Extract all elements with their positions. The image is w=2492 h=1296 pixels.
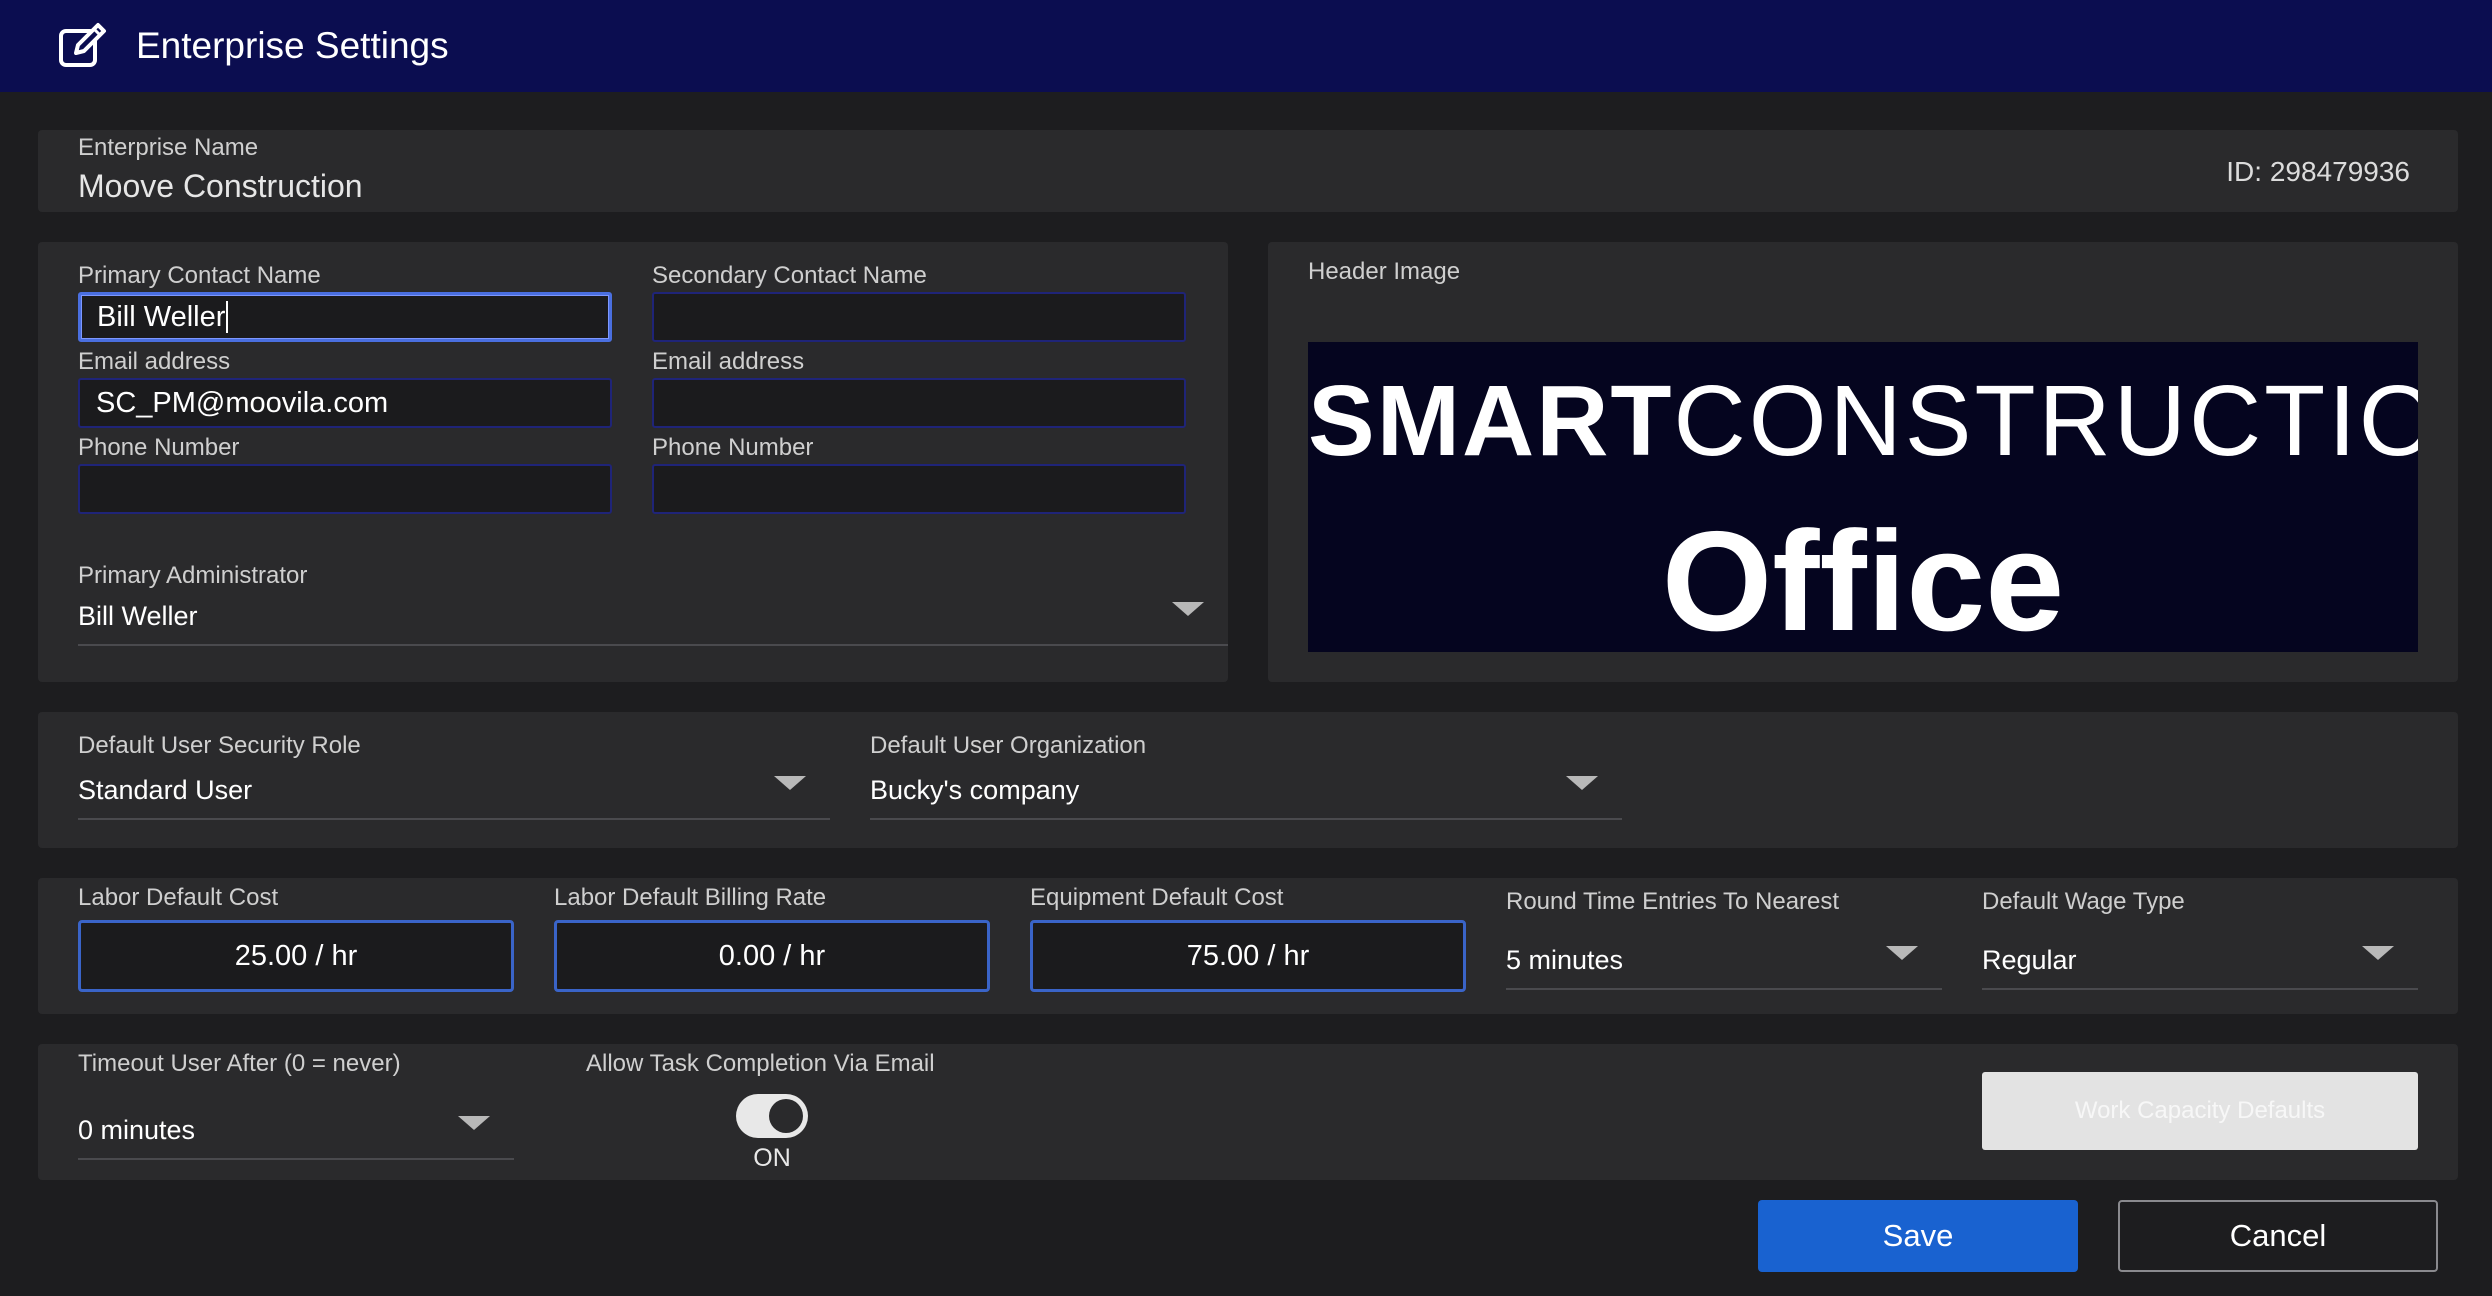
primary-email-value: SC_PM@moovila.com: [96, 386, 389, 419]
primary-contact-name-value: Bill Weller: [97, 300, 226, 333]
equipment-cost-value: 75.00 / hr: [1186, 939, 1310, 972]
task-email-label: Allow Task Completion Via Email: [586, 1050, 935, 1077]
secondary-contact-name-input[interactable]: [652, 292, 1186, 342]
primary-phone-input[interactable]: [78, 464, 612, 514]
enterprise-panel: Enterprise Name Moove Construction ID: 2…: [38, 130, 2458, 212]
title-bar: Enterprise Settings: [0, 0, 2492, 92]
secondary-contact-name-label: Secondary Contact Name: [652, 262, 927, 289]
logo-word-office: Office: [1661, 502, 2065, 652]
logo-word-smart: SMART: [1308, 365, 1674, 477]
security-role-value: Standard User: [78, 775, 253, 805]
chevron-down-icon: [1566, 776, 1598, 790]
primary-administrator-select[interactable]: Bill Weller: [78, 592, 1228, 646]
task-email-toggle[interactable]: [736, 1094, 808, 1138]
security-role-select[interactable]: Standard User: [78, 766, 830, 820]
toggle-knob: [769, 1099, 803, 1133]
timeout-value: 0 minutes: [78, 1115, 196, 1145]
wage-type-select[interactable]: Regular: [1982, 936, 2418, 990]
logo-word-construction: CONSTRUCTION: [1673, 365, 2418, 477]
secondary-email-input[interactable]: [652, 378, 1186, 428]
primary-contact-name-input[interactable]: Bill Weller: [78, 292, 612, 342]
timeout-select[interactable]: 0 minutes: [78, 1106, 514, 1160]
organization-label: Default User Organization: [870, 732, 1147, 759]
labor-cost-label: Labor Default Cost: [78, 884, 279, 911]
timeout-label: Timeout User After (0 = never): [78, 1050, 401, 1077]
round-time-value: 5 minutes: [1506, 945, 1624, 975]
default-user-panel: Default User Security Role Standard User…: [38, 712, 2458, 848]
chevron-down-icon: [774, 776, 806, 790]
chevron-down-icon: [1886, 946, 1918, 960]
secondary-phone-label: Phone Number: [652, 434, 814, 461]
organization-value: Bucky's company: [870, 775, 1080, 805]
organization-select[interactable]: Bucky's company: [870, 766, 1622, 820]
secondary-phone-input[interactable]: [652, 464, 1186, 514]
equipment-cost-input[interactable]: 75.00 / hr: [1030, 920, 1466, 992]
cancel-button[interactable]: Cancel: [2118, 1200, 2438, 1272]
security-role-label: Default User Security Role: [78, 732, 361, 759]
enterprise-name-value: Moove Construction: [78, 168, 363, 204]
primary-email-label: Email address: [78, 348, 231, 375]
labor-cost-value: 25.00 / hr: [234, 939, 358, 972]
secondary-email-label: Email address: [652, 348, 805, 375]
primary-email-input[interactable]: SC_PM@moovila.com: [78, 378, 612, 428]
primary-administrator-label: Primary Administrator: [78, 562, 308, 589]
chevron-down-icon: [458, 1116, 490, 1130]
task-email-toggle-state: ON: [753, 1144, 791, 1172]
labor-cost-input[interactable]: 25.00 / hr: [78, 920, 514, 992]
chevron-down-icon: [2362, 946, 2394, 960]
enterprise-id: ID: 298479936: [2226, 156, 2410, 187]
header-image-label: Header Image: [1308, 258, 1461, 285]
primary-phone-label: Phone Number: [78, 434, 240, 461]
round-time-select[interactable]: 5 minutes: [1506, 936, 1942, 990]
window-title: Enterprise Settings: [136, 25, 449, 66]
logo-text-top: SMARTCONSTRUCTION: [1308, 364, 2418, 479]
labor-billing-value: 0.00 / hr: [718, 939, 826, 972]
labor-billing-label: Labor Default Billing Rate: [554, 884, 827, 911]
wage-type-label: Default Wage Type: [1982, 888, 2185, 915]
header-image[interactable]: SMARTCONSTRUCTION Office: [1308, 342, 2418, 652]
chevron-down-icon: [1172, 602, 1204, 616]
round-time-label: Round Time Entries To Nearest: [1506, 888, 1840, 915]
equipment-cost-label: Equipment Default Cost: [1030, 884, 1284, 911]
enterprise-name-label: Enterprise Name: [78, 134, 259, 161]
edit-icon: [59, 23, 106, 67]
text-caret: [226, 301, 229, 333]
primary-administrator-value: Bill Weller: [78, 601, 198, 631]
work-capacity-defaults-button[interactable]: Work Capacity Defaults: [1982, 1072, 2418, 1150]
primary-contact-name-label: Primary Contact Name: [78, 262, 321, 289]
wage-type-value: Regular: [1982, 945, 2077, 975]
save-button[interactable]: Save: [1758, 1200, 2078, 1272]
labor-billing-input[interactable]: 0.00 / hr: [554, 920, 990, 992]
